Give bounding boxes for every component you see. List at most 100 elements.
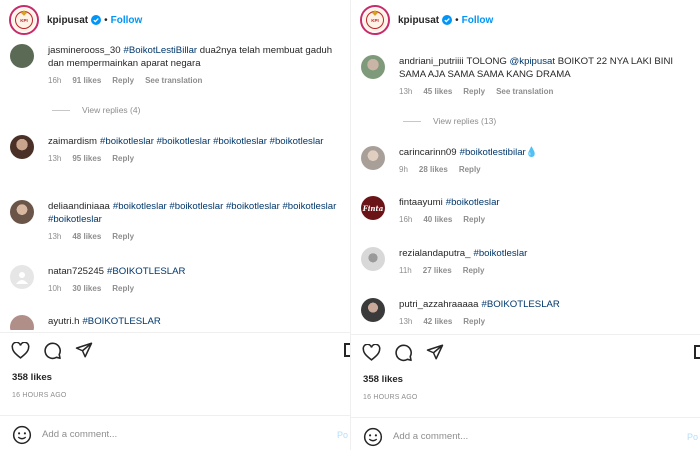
comment-likes[interactable]: 42 likes (423, 317, 452, 326)
send-icon (426, 344, 444, 360)
comment-avatar[interactable] (361, 146, 385, 170)
comment-list[interactable]: andriani_putriiii TOLONG @kpipusat BOIKOT… (351, 40, 700, 330)
mention-link[interactable]: @kpipusat (510, 56, 555, 67)
comment-meta: 13h 42 likes Reply (399, 317, 690, 326)
comment-text: ayutri.h #BOIKOTLESLAR (48, 315, 340, 328)
reply-button[interactable]: Reply (112, 76, 134, 85)
droplet-icon: 💧 (525, 147, 538, 158)
comment-time: 13h (399, 317, 413, 326)
comment-likes[interactable]: 45 likes (423, 87, 452, 96)
reply-button[interactable]: Reply (463, 317, 485, 326)
view-replies-label: View replies (4) (82, 105, 141, 115)
comment-item: putri_azzahraaaaa #BOIKOTLESLAR 13h 42 li… (361, 298, 690, 326)
comment-username[interactable]: ayutri.h (48, 316, 79, 327)
likes-count[interactable]: 358 likes (12, 372, 52, 383)
profile-avatar[interactable]: KPI (9, 5, 39, 35)
comment-text: deliaandiniaaa #boikotleslar #boikotlesla… (48, 200, 340, 226)
header-username[interactable]: kpipusat (398, 15, 439, 26)
comment-input[interactable]: Add a comment... (42, 429, 117, 440)
post-button[interactable]: Po (337, 430, 348, 440)
comment-bubble-icon (394, 344, 412, 361)
comment-username[interactable]: carincarinn09 (399, 147, 457, 158)
comment-username[interactable]: andriani_putriiii (399, 56, 464, 67)
save-bookmark-icon[interactable] (694, 345, 700, 359)
comment-avatar[interactable]: Finta (361, 196, 385, 220)
reply-button[interactable]: Reply (459, 165, 481, 174)
reply-button[interactable]: Reply (463, 87, 485, 96)
reply-button[interactable]: Reply (112, 154, 134, 163)
profile-avatar[interactable]: KPI (360, 5, 390, 35)
reply-button[interactable]: Reply (112, 284, 134, 293)
hashtag-link[interactable]: #boikotleslar (473, 248, 527, 259)
comment-likes[interactable]: 40 likes (423, 215, 452, 224)
comment-button[interactable] (393, 342, 413, 362)
comment-likes[interactable]: 30 likes (72, 284, 101, 293)
comment-avatar[interactable] (361, 55, 385, 79)
comment-item: jasminerooss_30 #BoikotLestiBillar dua2ny… (10, 44, 340, 85)
comment-text: carincarinn09 #boikotlestibilar💧 (399, 146, 690, 159)
comment-time: 16h (399, 215, 413, 224)
comment-input[interactable]: Add a comment... (393, 431, 468, 442)
comment-item: carincarinn09 #boikotlestibilar💧 9h 28 li… (361, 146, 690, 174)
hashtag-link[interactable]: #boikotleslar (446, 197, 500, 208)
hashtag-link[interactable]: #BOIKOTLESLAR (107, 266, 185, 277)
comment-item: ayutri.h #BOIKOTLESLAR (10, 315, 340, 330)
comment-username[interactable]: putri_azzahraaaaa (399, 299, 478, 310)
comment-avatar[interactable] (10, 135, 34, 159)
view-replies-button[interactable]: View replies (4) (52, 105, 140, 115)
comment-time: 13h (48, 154, 62, 163)
replies-line (52, 109, 70, 111)
hashtag-link[interactable]: #boikotleslar #boikotleslar #boikotlesla… (100, 136, 323, 147)
comment-button[interactable] (42, 340, 62, 360)
follow-button[interactable]: Follow (462, 15, 494, 26)
see-translation-button[interactable]: See translation (145, 76, 202, 85)
comment-likes[interactable]: 91 likes (72, 76, 101, 85)
comment-username[interactable]: rezialandaputra_ (399, 248, 470, 259)
reply-button[interactable]: Reply (112, 232, 134, 241)
comment-username[interactable]: fintaayumi (399, 197, 443, 208)
share-button[interactable] (74, 340, 94, 360)
follow-button[interactable]: Follow (111, 15, 143, 26)
comment-likes[interactable]: 27 likes (423, 266, 452, 275)
comment-meta: 10h 30 likes Reply (48, 284, 340, 293)
hashtag-link[interactable]: #BOIKOTLESLAR (481, 299, 559, 310)
likes-count[interactable]: 358 likes (363, 374, 403, 385)
hashtag-link[interactable]: #BoikotLestiBillar (124, 45, 198, 56)
comment-likes[interactable]: 48 likes (72, 232, 101, 241)
comment-avatar[interactable] (10, 265, 34, 289)
comment-username[interactable]: zaimardism (48, 136, 97, 147)
comment-username[interactable]: natan725245 (48, 266, 104, 277)
comment-avatar[interactable] (361, 247, 385, 271)
comment-avatar[interactable] (361, 298, 385, 322)
see-translation-button[interactable]: See translation (496, 87, 553, 96)
comment-text: natan725245 #BOIKOTLESLAR (48, 265, 340, 278)
reply-button[interactable]: Reply (463, 215, 485, 224)
comment-username[interactable]: deliaandiniaaa (48, 201, 110, 212)
comment-username[interactable]: jasminerooss_30 (48, 45, 121, 56)
comment-avatar[interactable] (10, 44, 34, 68)
comment-list[interactable]: jasminerooss_30 #BoikotLestiBillar dua2ny… (0, 40, 350, 330)
like-button[interactable] (361, 342, 381, 362)
separator-dot: • (104, 14, 108, 26)
comment-meta: 16h 40 likes Reply (399, 215, 690, 224)
action-bar (10, 339, 350, 361)
reply-button[interactable]: Reply (463, 266, 485, 275)
share-button[interactable] (425, 342, 445, 362)
comment-likes[interactable]: 95 likes (72, 154, 101, 163)
post-header: KPI kpipusat • Follow (351, 0, 700, 40)
actions-divider (351, 334, 700, 335)
emoji-icon[interactable] (363, 427, 383, 447)
emoji-icon[interactable] (12, 425, 32, 445)
comment-avatar[interactable] (10, 200, 34, 224)
comment-item: rezialandaputra_ #boikotleslar 11h 27 lik… (361, 247, 690, 275)
view-replies-label: View replies (13) (433, 116, 497, 126)
hashtag-link[interactable]: #boikotlestibilar (460, 147, 526, 158)
comment-likes[interactable]: 28 likes (419, 165, 448, 174)
header-username[interactable]: kpipusat (47, 15, 88, 26)
post-button[interactable]: Po (687, 432, 698, 442)
comment-bubble-icon (43, 342, 61, 359)
view-replies-button[interactable]: View replies (13) (403, 116, 496, 126)
comment-avatar[interactable] (10, 315, 34, 330)
hashtag-link[interactable]: #BOIKOTLESLAR (82, 316, 160, 327)
like-button[interactable] (10, 340, 30, 360)
